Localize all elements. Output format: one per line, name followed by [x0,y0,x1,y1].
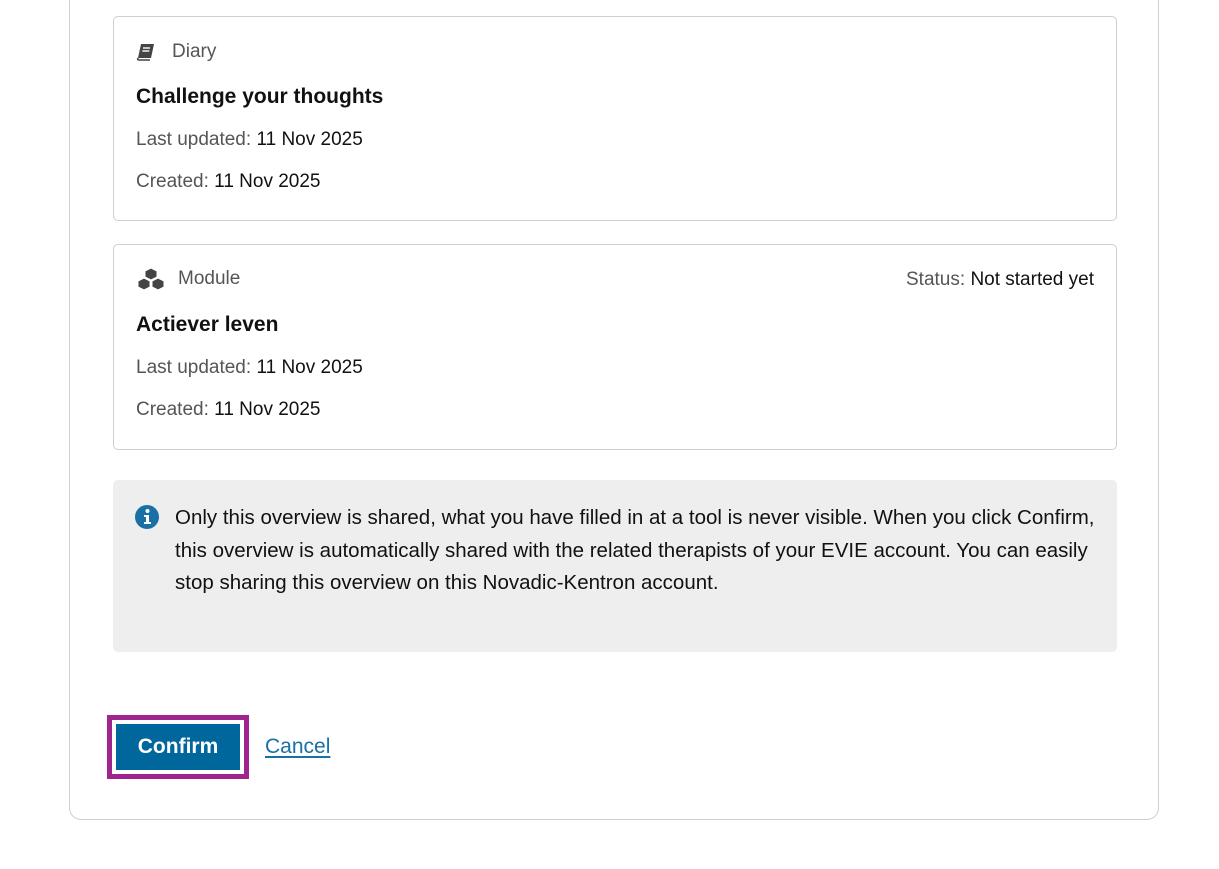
item-type-label: Diary [172,41,217,62]
last-updated-label: Last updated: [136,129,252,150]
cubes-icon [136,267,166,291]
created: Created: 11 Nov 2025 [136,171,321,193]
item-type: Module [136,267,240,291]
status-label: Status: [906,269,966,290]
item-title: Challenge your thoughts [136,85,384,108]
created-value: 11 Nov 2025 [214,171,321,192]
created: Created: 11 Nov 2025 [136,399,321,421]
info-text: Only this overview is shared, what you h… [175,506,1095,594]
last-updated-label: Last updated: [136,357,252,378]
overview-item-module: Module Status: Not started yet Actiever … [113,244,1117,450]
overview-item-diary: Diary Challenge your thoughts Last updat… [113,16,1117,221]
status: Status: Not started yet [906,269,1094,291]
last-updated: Last updated: 11 Nov 2025 [136,129,363,151]
book-icon [136,43,156,61]
cancel-link[interactable]: Cancel [265,735,330,759]
created-label: Created: [136,399,209,420]
confirm-button[interactable]: Confirm [116,724,240,770]
item-title: Actiever leven [136,313,279,336]
created-value: 11 Nov 2025 [214,399,321,420]
last-updated-value: 11 Nov 2025 [256,129,363,150]
confirm-focus-outline: Confirm [107,715,249,779]
info-notice: Only this overview is shared, what you h… [113,480,1117,652]
created-label: Created: [136,171,209,192]
status-value: Not started yet [970,269,1094,290]
info-circle-icon [134,504,160,535]
item-type: Diary [136,41,216,63]
last-updated: Last updated: 11 Nov 2025 [136,357,363,379]
last-updated-value: 11 Nov 2025 [256,357,363,378]
item-type-label: Module [178,268,241,289]
